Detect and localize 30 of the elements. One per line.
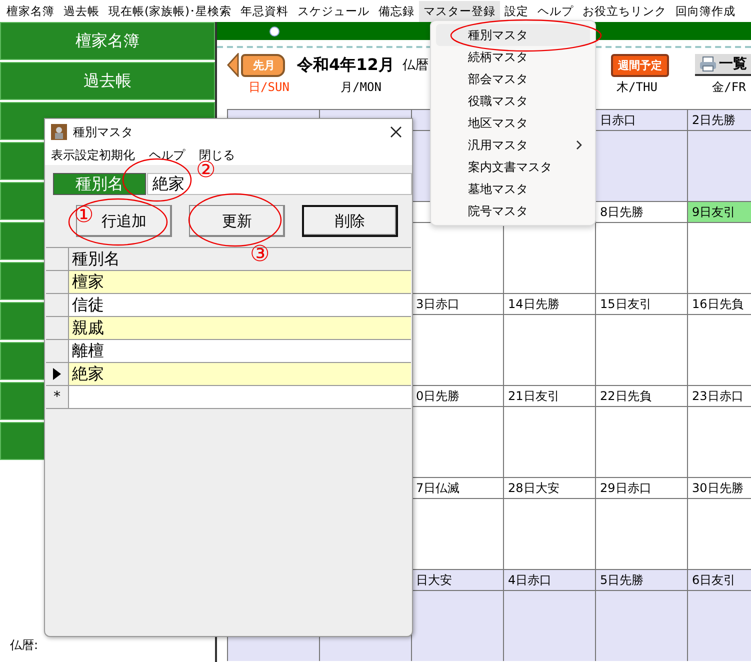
weekday-label: 金/FR (711, 79, 747, 96)
day-header: 21日友引 (504, 386, 595, 407)
day-header: 22日先負 (596, 386, 687, 407)
day-header: 6日友引 (688, 570, 751, 591)
day-header: 4日赤口 (504, 570, 595, 591)
day-header: 23日赤口 (688, 386, 751, 407)
day-header: 9日友引 (688, 202, 751, 223)
table-cell: 檀家 (69, 271, 411, 293)
field-label: 種別名 (53, 173, 146, 195)
table-cell: 信徒 (69, 294, 411, 316)
table-cell: 離檀 (69, 340, 411, 362)
day-header: 29日赤口 (596, 478, 687, 499)
day-header: 15日友引 (596, 294, 687, 315)
weekday-label: 木/THU (616, 79, 658, 96)
day-header: 30日先勝 (688, 478, 751, 499)
table-cell: 親戚 (69, 317, 411, 339)
annotation-number: ① (74, 205, 94, 227)
dialog-title: 種別マスタ (73, 124, 134, 140)
annotation-number: ③ (250, 244, 270, 266)
day-header: 2日先勝 (688, 110, 751, 131)
era-label: 仏暦 (402, 57, 428, 74)
table-cell: 絶家 (69, 363, 411, 385)
day-header: 16日先負 (688, 294, 751, 315)
weekday-label: 月/MON (340, 79, 382, 96)
month-title: 令和4年12月 (297, 54, 394, 76)
era-label: 仏暦: (10, 637, 38, 654)
day-header: 28日大安 (504, 478, 595, 499)
weekday-label: 日/SUN (248, 79, 290, 96)
day-header: 14日先勝 (504, 294, 595, 315)
day-header: 5日先勝 (596, 570, 687, 591)
